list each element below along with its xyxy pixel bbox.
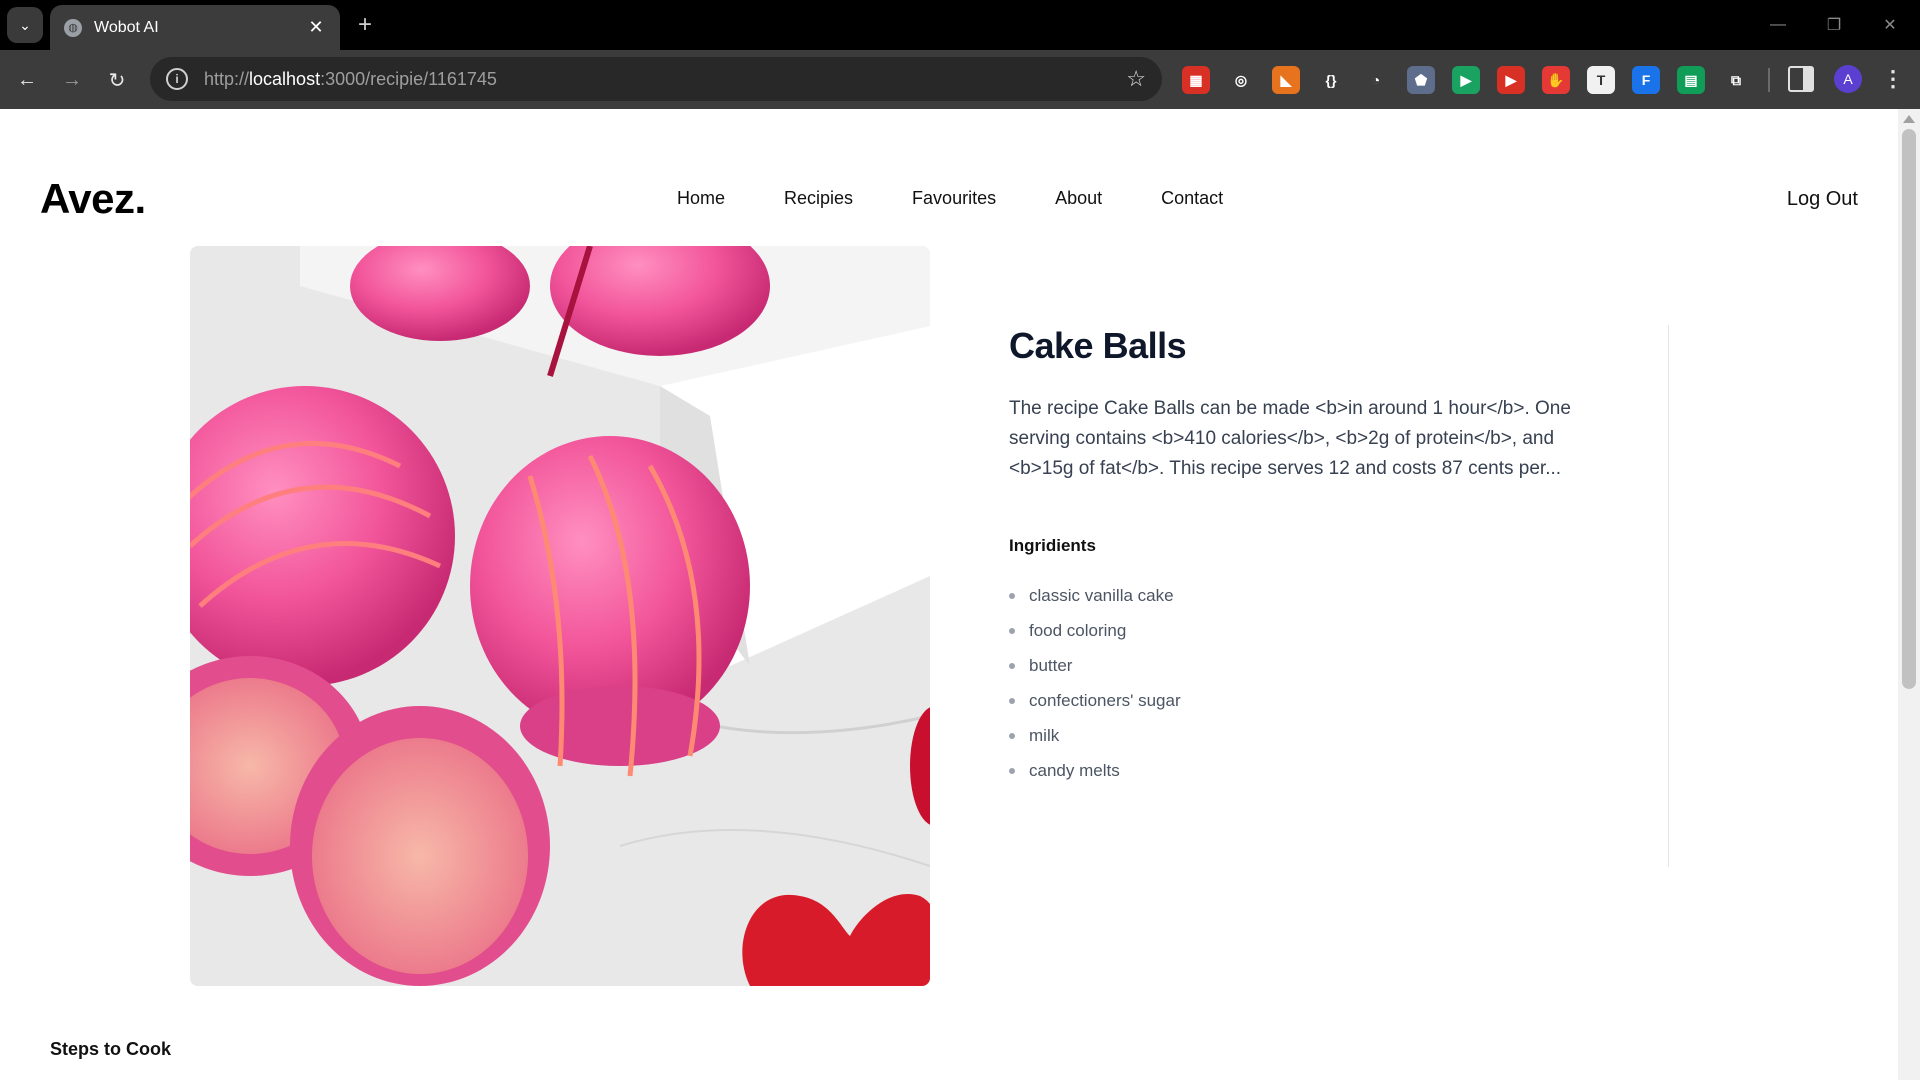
main-nav: Home Recipies Favourites About Contact [677, 188, 1223, 209]
close-icon[interactable]: ✕ [306, 17, 326, 38]
recipe-image [190, 246, 930, 986]
tab-title: Wobot AI [94, 18, 159, 36]
nav-home[interactable]: Home [677, 188, 725, 209]
extensions-row: ▦ ◎ ◣ {} ◔ ⬟ ▶ ▶ ✋ T F ▤ ⧉ [1182, 66, 1750, 94]
ingredients-heading: Ingridients [1009, 536, 1096, 555]
nav-favourites[interactable]: Favourites [912, 188, 996, 209]
steps-heading: Steps to Cook [50, 1039, 172, 1059]
tab-search-chevron-icon[interactable]: ⌄ [7, 7, 43, 43]
ext-f-icon[interactable]: F [1632, 66, 1660, 94]
ext-red-grid-icon[interactable]: ▦ [1182, 66, 1210, 94]
ext-fox-icon[interactable]: ◣ [1272, 66, 1300, 94]
ext-timer-icon[interactable]: ◔ [1362, 66, 1390, 94]
ingredient-name: milk [1029, 725, 1060, 745]
ext-sheet-icon[interactable]: ▤ [1677, 66, 1705, 94]
browser-tab[interactable]: ◍ Wobot AI ✕ [50, 5, 340, 50]
recipe-title: Cake Balls [1009, 325, 1187, 366]
ingredients-list: classic vanilla cake food coloring butte… [1009, 578, 1619, 788]
browser-toolbar: ← → ↻ i http://localhost:3000/recipie/11… [0, 50, 1920, 109]
ext-puzzle-icon[interactable]: ⧉ [1722, 66, 1750, 94]
address-bar[interactable]: i http://localhost:3000/recipie/1161745 … [150, 57, 1162, 101]
ext-text-icon[interactable]: T [1587, 66, 1615, 94]
bullet-icon [1009, 592, 1015, 599]
page-scrollbar[interactable] [1898, 109, 1920, 1080]
bullet-icon [1009, 732, 1015, 739]
restore-icon[interactable]: ❐ [1814, 10, 1854, 40]
site-logo[interactable]: Avez. [40, 175, 146, 223]
list-item: confectioners' sugar [1009, 683, 1619, 718]
side-panel-icon[interactable] [1788, 66, 1814, 92]
list-item: classic vanilla cake [1009, 578, 1619, 613]
ext-shield-icon[interactable]: ⬟ [1407, 66, 1435, 94]
list-item: milk [1009, 718, 1619, 753]
ext-hand-icon[interactable]: ✋ [1542, 66, 1570, 94]
logout-button[interactable]: Log Out [1787, 188, 1858, 211]
ingredient-name: food coloring [1029, 620, 1127, 640]
back-arrow-icon[interactable]: ← [10, 63, 44, 97]
nav-about[interactable]: About [1055, 188, 1102, 209]
ext-braces-icon[interactable]: {} [1317, 66, 1345, 94]
bullet-icon [1009, 697, 1015, 704]
ext-target-icon[interactable]: ◎ [1227, 66, 1255, 94]
tab-strip: ⌄ ◍ Wobot AI ✕ + — ❐ ✕ [0, 0, 1920, 50]
window-close-icon[interactable]: ✕ [1870, 10, 1910, 40]
ext-play-green-icon[interactable]: ▶ [1452, 66, 1480, 94]
ext-play-red-icon[interactable]: ▶ [1497, 66, 1525, 94]
scrollbar-thumb[interactable] [1902, 129, 1916, 689]
bullet-icon [1009, 627, 1015, 634]
minimize-icon[interactable]: — [1758, 10, 1798, 40]
globe-icon: ◍ [64, 18, 82, 37]
forward-arrow-icon[interactable]: → [55, 63, 89, 97]
ingredient-name: candy melts [1029, 760, 1120, 780]
bookmark-star-icon[interactable]: ☆ [1126, 66, 1146, 92]
nav-contact[interactable]: Contact [1161, 188, 1223, 209]
profile-avatar[interactable]: A [1834, 65, 1862, 93]
list-item: candy melts [1009, 753, 1619, 788]
scroll-up-arrow-icon[interactable] [1903, 115, 1915, 123]
vertical-divider [1668, 325, 1669, 867]
new-tab-plus-icon[interactable]: + [352, 10, 378, 40]
bullet-icon [1009, 662, 1015, 669]
page-viewport: Avez. Home Recipies Favourites About Con… [0, 109, 1898, 1080]
ingredient-name: classic vanilla cake [1029, 585, 1174, 605]
kebab-menu-icon[interactable]: ⋮ [1880, 63, 1906, 95]
reload-icon[interactable]: ↻ [100, 63, 134, 97]
site-info-icon[interactable]: i [166, 68, 188, 90]
list-item: butter [1009, 648, 1619, 683]
url-text[interactable]: http://localhost:3000/recipie/1161745 [204, 69, 1126, 90]
bullet-icon [1009, 767, 1015, 774]
ingredient-name: butter [1029, 655, 1073, 675]
ingredient-name: confectioners' sugar [1029, 690, 1181, 710]
recipe-info: Cake Balls The recipe Cake Balls can be … [1009, 325, 1619, 788]
nav-recipies[interactable]: Recipies [784, 188, 853, 209]
list-item: food coloring [1009, 613, 1619, 648]
toolbar-divider [1768, 68, 1770, 92]
recipe-summary: The recipe Cake Balls can be made <b>in … [1009, 398, 1571, 479]
